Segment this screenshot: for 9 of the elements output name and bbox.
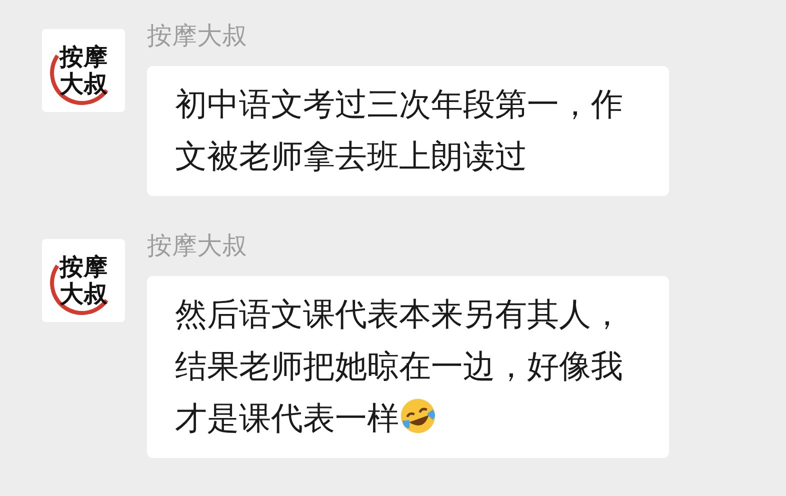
logo-text: 按摩大叔 <box>60 44 108 97</box>
message-bubble: 然后语文课代表本来另有其人，结果老师把她晾在一边，好像我才是课代表一样 <box>147 276 669 458</box>
message-bubble: 初中语文考过三次年段第一，作文被老师拿去班上朗读过 <box>147 66 669 196</box>
avatar-logo[interactable]: 按摩大叔 <box>42 239 125 322</box>
logo-text: 按摩大叔 <box>60 254 108 307</box>
laughing-crying-emoji-icon <box>399 397 437 435</box>
avatar-logo[interactable]: 按摩大叔 <box>42 29 125 112</box>
sender-name: 按摩大叔 <box>147 20 247 52</box>
sender-name: 按摩大叔 <box>147 230 247 262</box>
